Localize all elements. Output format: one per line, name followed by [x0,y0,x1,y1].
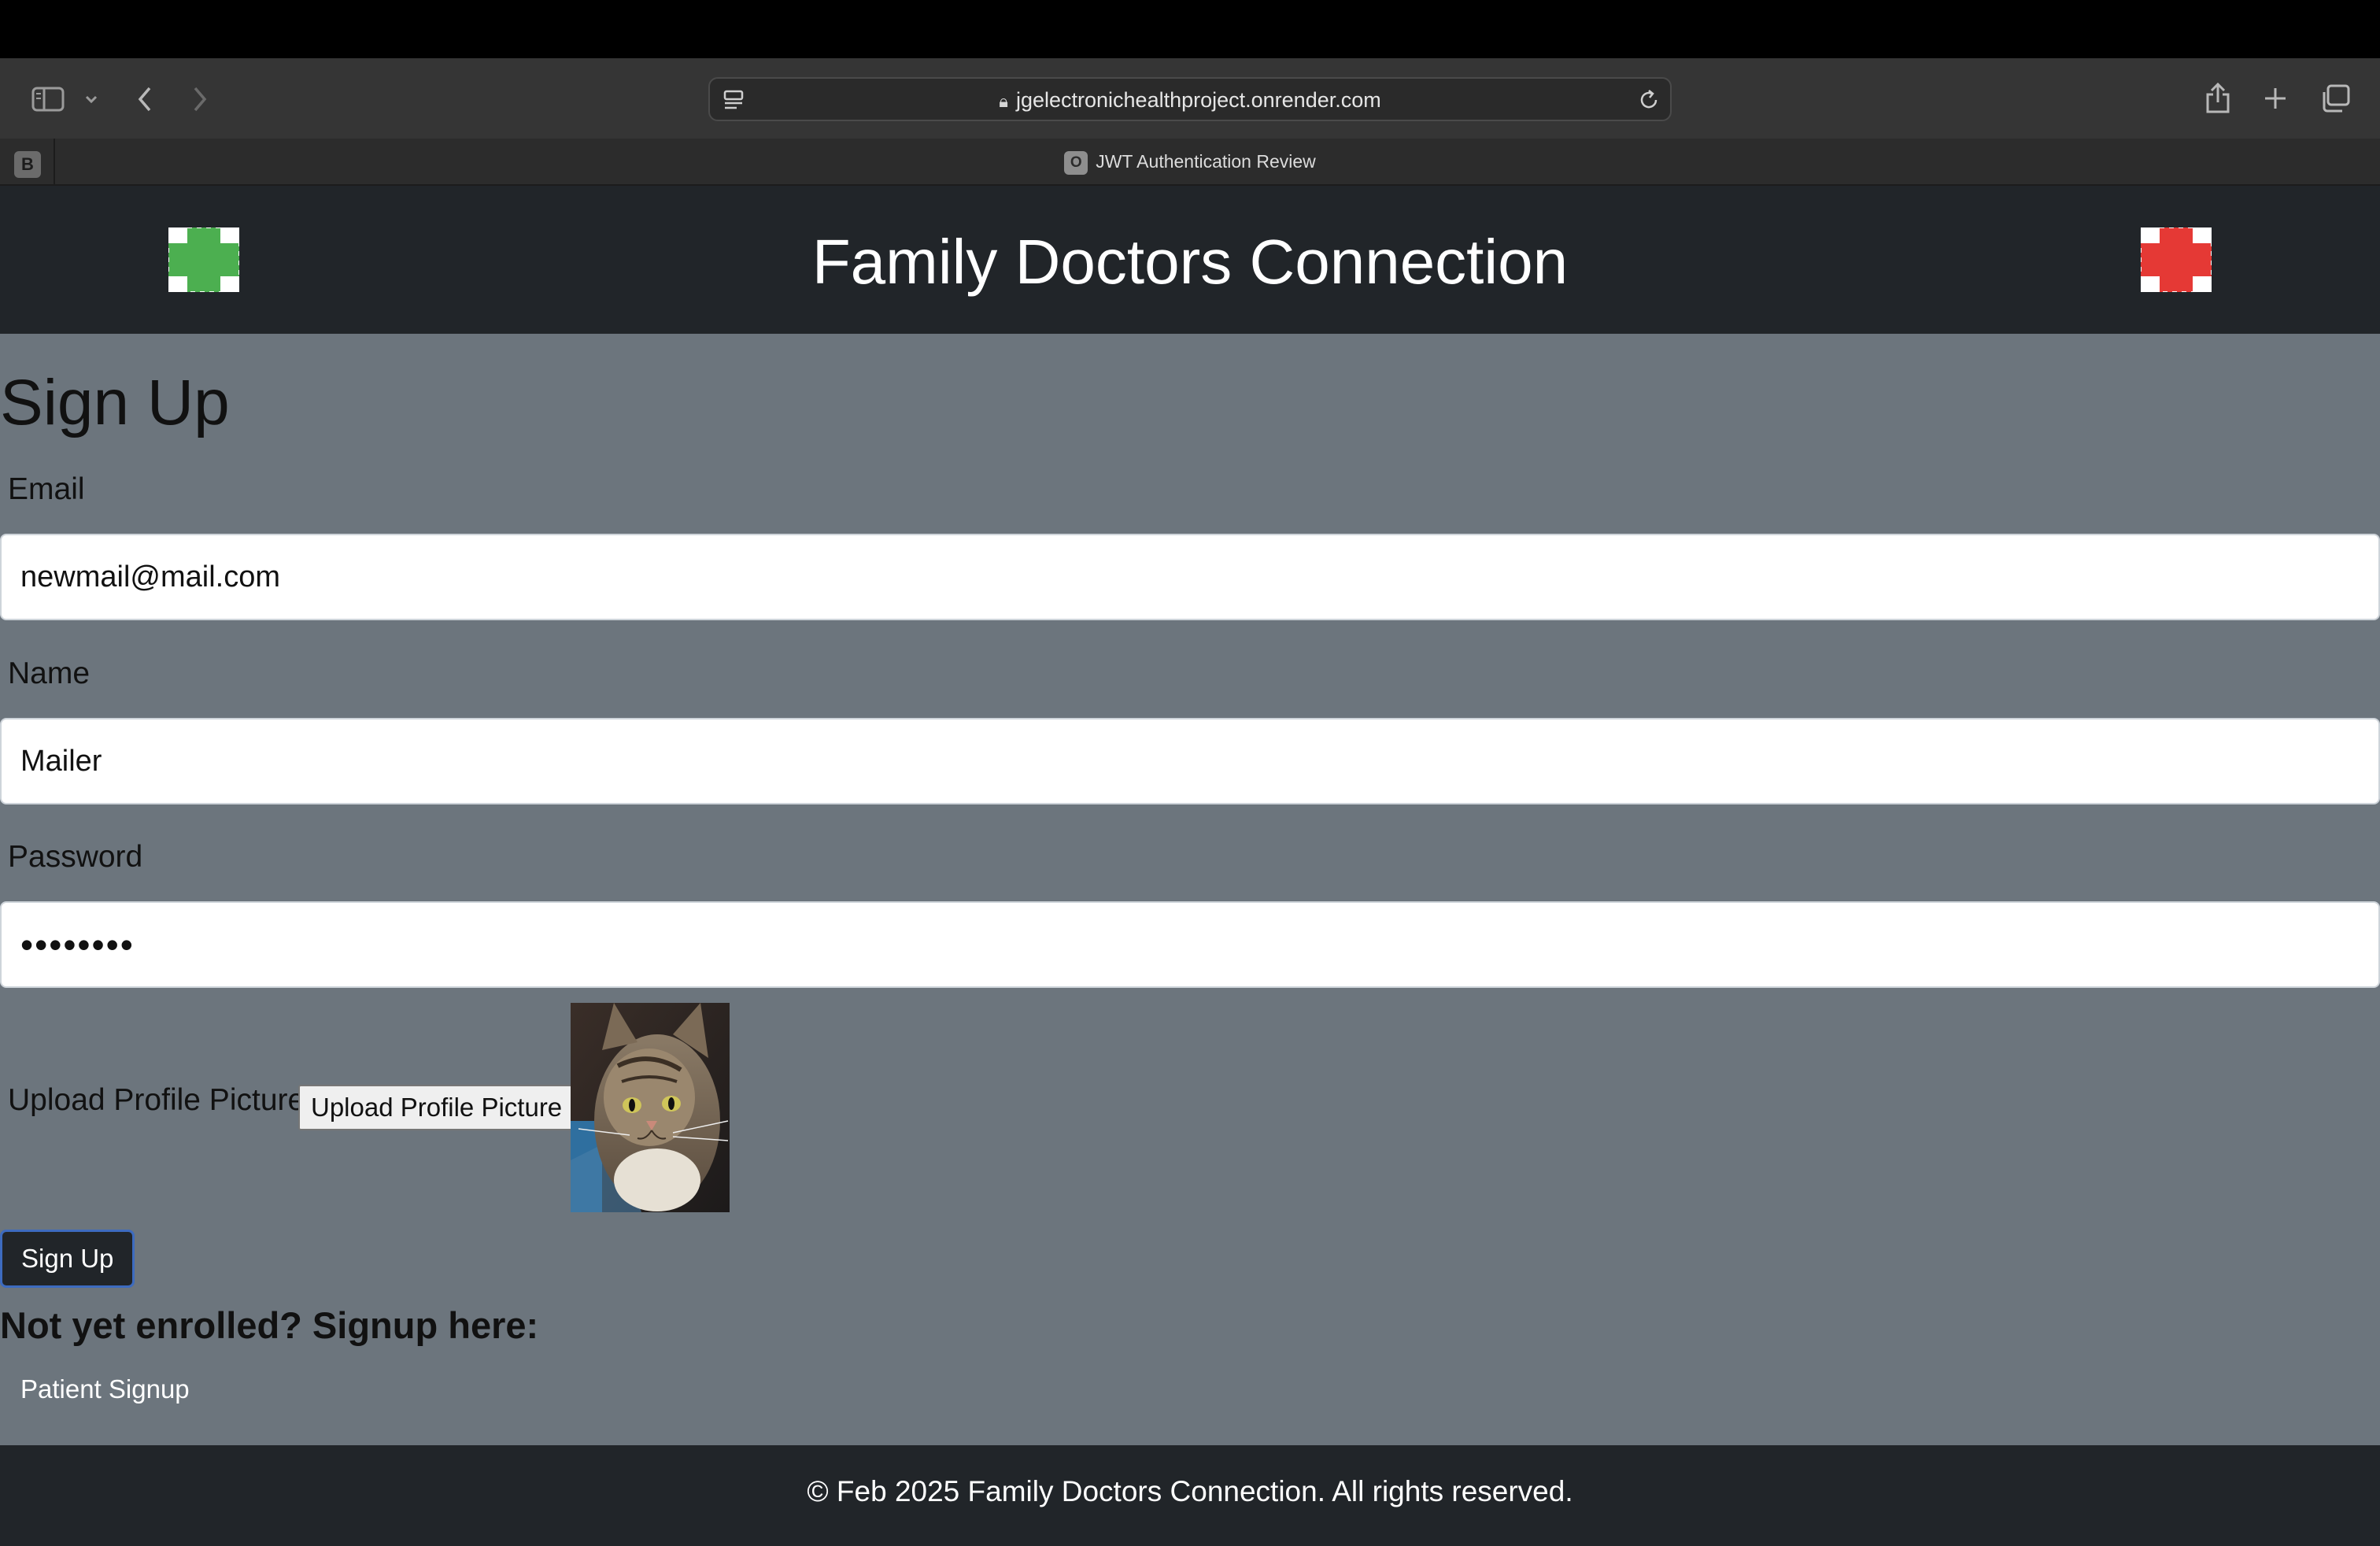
page-title: Sign Up [0,367,230,438]
tab-bar: B O JWT Authentication Review [0,139,2380,186]
red-cross-logo-icon[interactable] [2141,227,2212,292]
chevron-down-icon[interactable] [83,93,99,105]
password-label: Password [8,840,143,874]
new-tab-icon[interactable] [2262,85,2289,112]
site-footer: © Feb 2025 Family Doctors Connection. Al… [0,1445,2380,1546]
enroll-heading: Not yet enrolled? Signup here: [0,1304,539,1346]
upload-label: Upload Profile Picture [8,1083,305,1117]
tab-overview-icon[interactable] [2320,83,2352,113]
forward-icon[interactable] [190,85,209,113]
sidebar-toggle-icon[interactable] [31,87,65,112]
signup-page: Sign Up Email Name Password Upload Profi… [0,334,2380,1445]
url-text: jgelectronichealthproject.onrender.com [1015,88,1381,112]
url-display: 🔒︎ jgelectronichealthproject.onrender.com [710,88,1670,113]
sign-up-button[interactable]: Sign Up [0,1230,135,1288]
patient-signup-link[interactable]: Patient Signup [20,1374,190,1404]
footer-copyright: © Feb 2025 Family Doctors Connection. Al… [807,1475,1573,1507]
tab-favicon-icon: O [1064,151,1088,175]
reload-icon[interactable] [1637,88,1661,112]
share-icon[interactable] [2204,80,2232,115]
upload-profile-picture-button[interactable]: Upload Profile Picture [298,1085,575,1130]
tab-title-label: JWT Authentication Review [1096,151,1316,172]
email-field[interactable] [0,534,2380,620]
email-label: Email [8,472,85,506]
menu-bar [0,0,2380,58]
name-label: Name [8,656,91,690]
site-header: Family Doctors Connection [0,186,2380,334]
site-title: Family Doctors Connection [811,227,1569,297]
tab-active[interactable]: O JWT Authentication Review [0,151,2380,175]
browser-toolbar: 🔒︎ jgelectronichealthproject.onrender.com [0,58,2380,139]
back-icon[interactable] [135,85,154,113]
lock-icon: 🔒︎ [999,92,1008,112]
name-field[interactable] [0,718,2380,804]
profile-picture-preview [571,1003,730,1212]
password-field[interactable] [0,901,2380,988]
address-bar[interactable]: 🔒︎ jgelectronichealthproject.onrender.com [708,77,1672,121]
